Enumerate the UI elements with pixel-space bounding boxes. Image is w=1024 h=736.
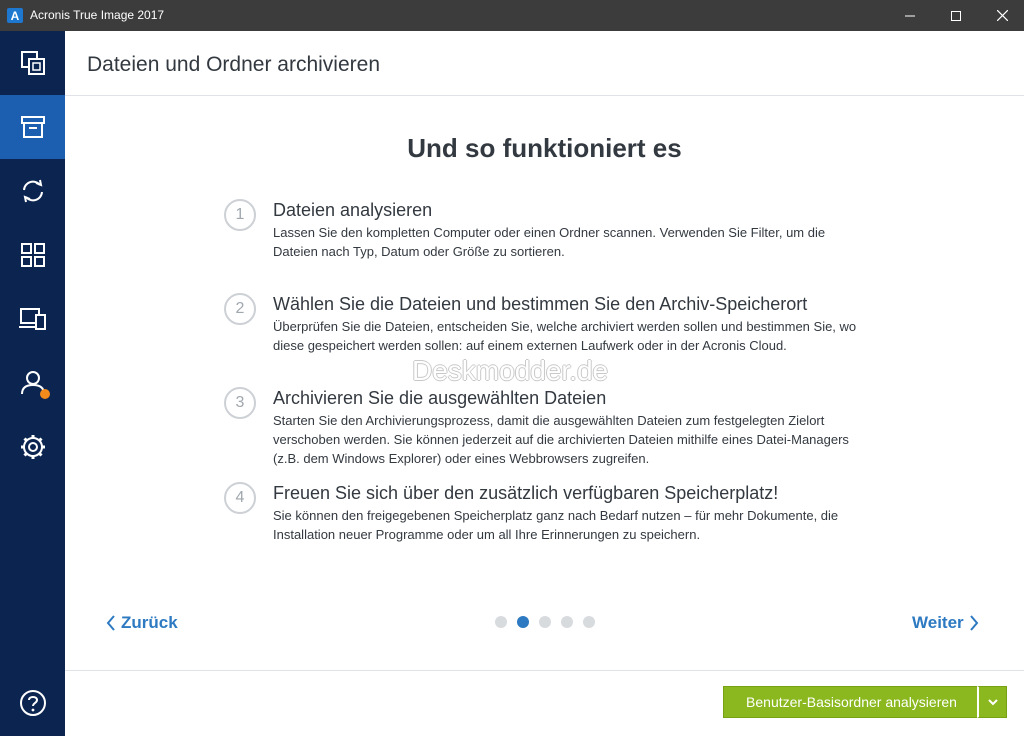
- maximize-icon: [951, 10, 961, 21]
- chevron-left-icon: [106, 615, 115, 631]
- watermark-text: Deskmodder.de: [412, 355, 609, 386]
- chevron-right-icon: [969, 615, 978, 631]
- close-button[interactable]: [979, 0, 1024, 31]
- back-button-label: Zurück: [121, 613, 178, 632]
- minimize-icon: [905, 15, 915, 16]
- notification-badge: [40, 389, 50, 399]
- svg-text:A: A: [11, 9, 20, 23]
- sidebar-item-account[interactable]: [0, 351, 65, 415]
- step-description: Starten Sie den Archivierungsprozess, da…: [273, 413, 849, 466]
- step-title: Wählen Sie die Dateien und bestimmen Sie…: [273, 294, 808, 314]
- pager-dot[interactable]: [583, 616, 595, 628]
- help-icon: [19, 690, 46, 716]
- sidebar: [0, 31, 65, 736]
- analyze-home-folder-button[interactable]: Benutzer-Basisordner analysieren: [723, 686, 980, 718]
- devices-icon: [18, 308, 46, 330]
- pager-dots: [495, 615, 605, 629]
- backup-icon: [20, 51, 45, 75]
- pager-dot[interactable]: [561, 616, 573, 628]
- options-dropdown-button[interactable]: [977, 686, 1007, 718]
- step-description: Überprüfen Sie die Dateien, entscheiden …: [273, 319, 857, 353]
- step-title: Archivieren Sie die ausgewählten Dateien: [273, 388, 607, 408]
- maximize-button[interactable]: [933, 0, 979, 31]
- sidebar-item-devices[interactable]: [0, 287, 65, 351]
- sidebar-item-tools[interactable]: [0, 223, 65, 287]
- main-panel: Dateien und Ordner archivieren Und so fu…: [65, 31, 1024, 736]
- step-number-badge: 1: [224, 199, 256, 231]
- window-titlebar: A Acronis True Image 2017: [0, 0, 1024, 31]
- chevron-down-icon: [987, 699, 998, 706]
- pager-dot[interactable]: [539, 616, 551, 628]
- next-button-label: Weiter: [912, 613, 964, 632]
- step-description: Lassen Sie den kompletten Computer oder …: [273, 225, 826, 259]
- back-button[interactable]: Zurück: [105, 612, 178, 634]
- sidebar-item-sync[interactable]: [0, 159, 65, 223]
- step-title: Freuen Sie sich über den zusätzlich verf…: [273, 483, 779, 503]
- step-number-badge: 3: [224, 387, 256, 419]
- step-number-badge: 2: [224, 293, 256, 325]
- sidebar-item-archive[interactable]: [0, 95, 65, 159]
- pager-dot[interactable]: [495, 616, 507, 628]
- tools-grid-icon: [20, 243, 45, 267]
- archive-icon: [20, 116, 45, 138]
- settings-gear-icon: [20, 435, 45, 459]
- close-icon: [996, 10, 1008, 21]
- footer-bar: Benutzer-Basisordner analysieren: [65, 670, 1024, 736]
- sync-icon: [22, 179, 43, 203]
- next-button[interactable]: Weiter: [912, 612, 980, 634]
- step-description: Sie können den freigegebenen Speicherpla…: [273, 508, 839, 542]
- step-title: Dateien analysieren: [273, 200, 433, 220]
- sidebar-item-settings[interactable]: [0, 415, 65, 479]
- page-title: Dateien und Ordner archivieren: [87, 53, 380, 76]
- how-it-works-heading: Und so funktioniert es: [407, 133, 682, 163]
- page-header: Dateien und Ordner archivieren: [65, 31, 1024, 96]
- step-number-badge: 4: [224, 482, 256, 514]
- sidebar-item-backup[interactable]: [0, 31, 65, 95]
- minimize-button[interactable]: [887, 0, 933, 31]
- acronis-logo-icon: A: [7, 8, 23, 23]
- sidebar-item-help[interactable]: [0, 671, 65, 735]
- pager-dot-active[interactable]: [517, 616, 529, 628]
- window-title: Acronis True Image 2017: [30, 8, 165, 22]
